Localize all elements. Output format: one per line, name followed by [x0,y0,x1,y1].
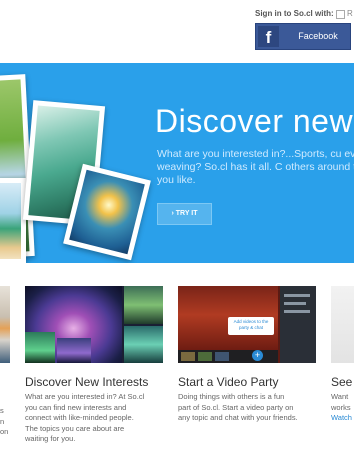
side-panel-line-2 [284,302,306,305]
facebook-signin-button[interactable]: f Facebook [255,23,351,50]
side-panel-line-1 [284,294,310,297]
card-desc-video-party: Doing things with others is a fun part o… [178,392,298,422]
hero-photo-beach [0,178,26,263]
side-panel-line-3 [284,310,310,313]
strip-thumb-1 [181,352,195,361]
video-tooltip-bubble: Add videos to the party & chat [228,317,274,335]
try-it-button[interactable]: › TRY IT [157,203,212,225]
discover-interests-thumbnail[interactable] [25,286,163,363]
card-title-video-party[interactable]: Start a Video Party [178,375,279,389]
left-card-thumbnail[interactable] [0,286,10,363]
play-add-icon: + [252,350,263,361]
video-party-thumbnail[interactable]: Add videos to the party & chat + [178,286,316,363]
aurora-photo-right-top [124,286,163,324]
aurora-photo-bottom-left [25,332,55,363]
card-desc-see: Want works Watch [331,392,352,424]
card-title-discover[interactable]: Discover New Interests [25,375,148,389]
aurora-photo-right-bottom [124,326,163,363]
facebook-icon: f [258,26,279,47]
video-side-panel [280,286,316,363]
hero-title: Discover new T [155,103,354,139]
aurora-photo-bottom-mid [57,338,91,363]
card-desc-discover: What are you interested in? At So.cl you… [25,392,145,443]
facebook-button-label: Facebook [298,31,338,41]
strip-thumb-2 [198,352,212,361]
hero-description: What are you interested in?...Sports, cu… [157,148,354,186]
remember-checkbox[interactable] [336,10,345,19]
remember-label: R [347,9,353,18]
strip-thumb-3 [215,352,229,361]
video-tooltip-text: Add videos to the party & chat [233,319,269,330]
left-card-fragment: s n on [0,406,9,436]
card-title-see[interactable]: See [331,375,352,389]
see-card-thumbnail[interactable] [331,286,354,363]
signin-label: Sign in to So.cl with: [255,9,334,18]
hero-banner: Discover new T What are you interested i… [0,63,354,263]
watch-link[interactable]: Watch [331,413,352,424]
